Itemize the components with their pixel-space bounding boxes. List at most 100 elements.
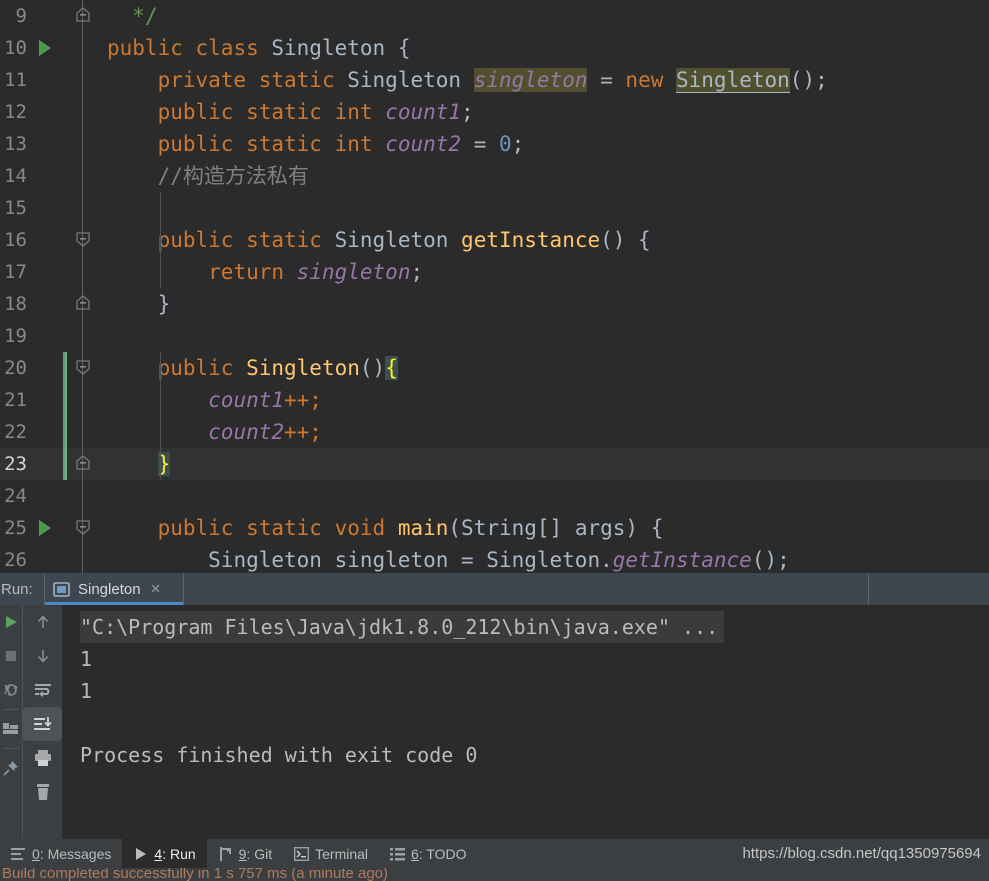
code-line[interactable]: 19: [0, 320, 989, 352]
code-token: count1: [385, 100, 462, 124]
console-output[interactable]: "C:\Program Files\Java\jdk1.8.0_212\bin\…: [62, 605, 989, 839]
gutter-slot: [33, 544, 63, 573]
run-gutter-icon[interactable]: [33, 32, 63, 64]
fold-marker-icon[interactable]: [69, 512, 97, 544]
code-line[interactable]: 22 count2++;: [0, 416, 989, 448]
indent-guide: [160, 192, 161, 288]
code-text[interactable]: public static Singleton getInstance() {: [99, 224, 989, 256]
line-number[interactable]: 18: [0, 288, 33, 320]
tool-window-button-todo[interactable]: 6: TODO: [379, 839, 478, 868]
code-line[interactable]: 26 Singleton singleton = Singleton.getIn…: [0, 544, 989, 573]
rerun-button[interactable]: [0, 605, 22, 639]
scroll-to-end-button[interactable]: [23, 707, 62, 741]
run-toolbar-left: [0, 605, 22, 839]
code-line[interactable]: 24: [0, 480, 989, 512]
line-number[interactable]: 24: [0, 480, 33, 512]
code-line[interactable]: 9 */: [0, 0, 989, 32]
line-number[interactable]: 19: [0, 320, 33, 352]
code-line[interactable]: 21 count1++;: [0, 384, 989, 416]
code-text[interactable]: public Singleton(){: [99, 352, 989, 384]
code-token: public: [157, 356, 247, 380]
code-line[interactable]: 15: [0, 192, 989, 224]
run-window-body: "C:\Program Files\Java\jdk1.8.0_212\bin\…: [0, 605, 989, 839]
gutter-slot: [33, 256, 63, 288]
pin-tab-button[interactable]: [0, 751, 22, 785]
run-gutter-icon[interactable]: [33, 512, 63, 544]
code-line[interactable]: 13 public static int count2 = 0;: [0, 128, 989, 160]
line-number[interactable]: 23: [0, 448, 33, 480]
tool-window-button-git[interactable]: 9: Git: [207, 839, 283, 868]
code-token: Singleton singleton = Singleton.: [208, 548, 613, 572]
line-number[interactable]: 22: [0, 416, 33, 448]
fold-line: [69, 64, 97, 96]
code-text[interactable]: count2++;: [99, 416, 989, 448]
code-line[interactable]: 20 public Singleton(){: [0, 352, 989, 384]
code-line[interactable]: 12 public static int count1;: [0, 96, 989, 128]
line-number[interactable]: 16: [0, 224, 33, 256]
code-text[interactable]: public static int count1;: [99, 96, 989, 128]
code-text[interactable]: }: [99, 288, 989, 320]
run-tab-singleton[interactable]: Singleton ×: [44, 573, 184, 605]
line-number[interactable]: 14: [0, 160, 33, 192]
code-text[interactable]: return singleton;: [99, 256, 989, 288]
code-text[interactable]: public static void main(String[] args) {: [99, 512, 989, 544]
line-number[interactable]: 21: [0, 384, 33, 416]
tool-window-button-run[interactable]: 4: Run: [122, 839, 207, 868]
close-icon[interactable]: ×: [151, 580, 161, 597]
line-number[interactable]: 10: [0, 32, 33, 64]
code-line[interactable]: 16 public static Singleton getInstance()…: [0, 224, 989, 256]
code-text[interactable]: Singleton singleton = Singleton.getInsta…: [99, 544, 989, 573]
fold-marker-icon[interactable]: [69, 224, 97, 256]
code-line[interactable]: 23 }: [0, 448, 989, 480]
line-number[interactable]: 17: [0, 256, 33, 288]
code-text[interactable]: public static int count2 = 0;: [99, 128, 989, 160]
line-number[interactable]: 15: [0, 192, 33, 224]
layout-settings-button[interactable]: [0, 712, 22, 746]
code-text[interactable]: }: [99, 448, 989, 480]
toolbar-separator-2: [3, 748, 19, 749]
code-editor[interactable]: 9 */10 public class Singleton {11 private…: [0, 0, 989, 573]
code-token: 0: [498, 132, 512, 156]
code-text[interactable]: count1++;: [99, 384, 989, 416]
code-line[interactable]: 14 //构造方法私有: [0, 160, 989, 192]
fold-marker-icon[interactable]: [69, 0, 97, 32]
code-line[interactable]: 25 public static void main(String[] args…: [0, 512, 989, 544]
line-number[interactable]: 13: [0, 128, 33, 160]
line-number[interactable]: 26: [0, 544, 33, 573]
line-number[interactable]: 11: [0, 64, 33, 96]
code-text[interactable]: */: [99, 0, 989, 32]
code-text[interactable]: //构造方法私有: [99, 160, 989, 192]
print-button[interactable]: [23, 741, 62, 775]
fold-marker-icon[interactable]: [69, 448, 97, 480]
gutter-slot: [33, 224, 63, 256]
code-line[interactable]: 17 return singleton;: [0, 256, 989, 288]
tool-window-button-terminal[interactable]: Terminal: [283, 839, 379, 868]
line-number[interactable]: 25: [0, 512, 33, 544]
soft-wrap-button[interactable]: [23, 673, 62, 707]
fold-marker-icon[interactable]: [69, 288, 97, 320]
down-stack-trace-button[interactable]: [23, 639, 62, 673]
layout-icon: [3, 723, 18, 734]
line-number[interactable]: 20: [0, 352, 33, 384]
code-text[interactable]: private static Singleton singleton = new…: [99, 64, 989, 96]
clear-all-button[interactable]: [23, 775, 62, 809]
code-line[interactable]: 10 public class Singleton {: [0, 32, 989, 64]
up-stack-trace-button[interactable]: [23, 605, 62, 639]
tool-window-label: 6: TODO: [411, 845, 467, 862]
code-line[interactable]: 11 private static Singleton singleton = …: [0, 64, 989, 96]
code-line[interactable]: 18 }: [0, 288, 989, 320]
rerun-failed-tests-button[interactable]: [0, 673, 22, 707]
code-token: Singleton: [334, 228, 462, 252]
code-text[interactable]: public class Singleton {: [99, 32, 989, 64]
line-number[interactable]: 12: [0, 96, 33, 128]
stop-button[interactable]: [0, 639, 22, 673]
line-number[interactable]: 9: [0, 0, 33, 32]
tool-window-button-messages[interactable]: 0: Messages: [0, 839, 122, 868]
fold-marker-icon[interactable]: [69, 352, 97, 384]
code-token: }: [157, 292, 171, 316]
